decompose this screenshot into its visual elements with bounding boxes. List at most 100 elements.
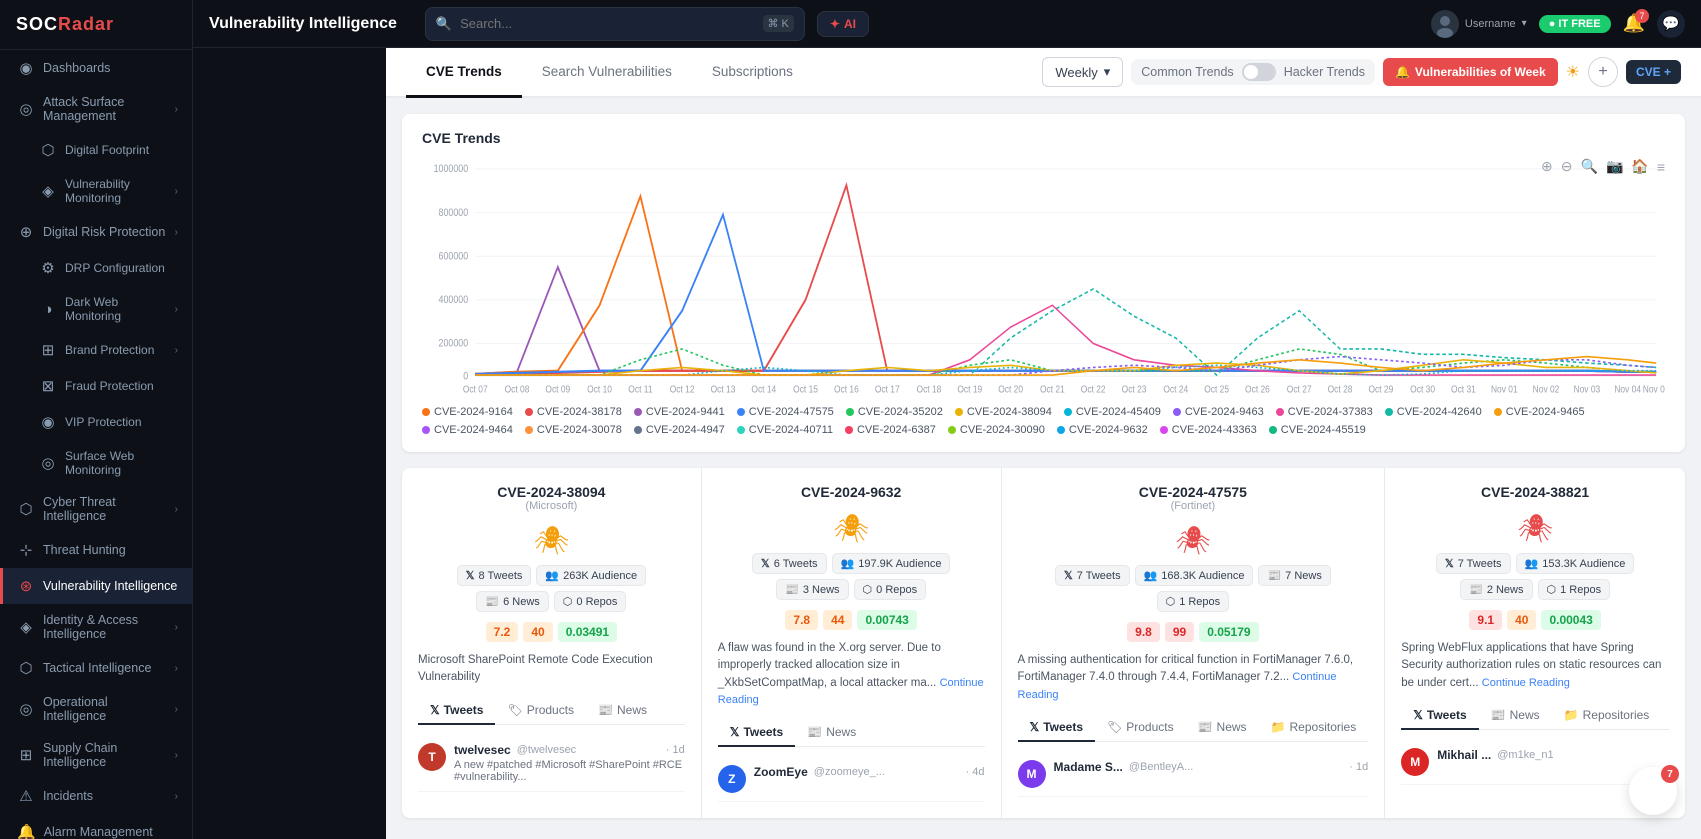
tweet-username-cve-47575: Madame S... <box>1054 760 1123 774</box>
sidebar-item-digital-risk[interactable]: ⊕ Digital Risk Protection › <box>0 214 192 250</box>
legend-dot-cve-9632 <box>1057 426 1065 434</box>
sidebar-item-brand-protection[interactable]: ⊞ Brand Protection › <box>0 332 192 368</box>
cve-tab-news-cve-38094[interactable]: 📰 News <box>586 697 659 725</box>
spider-icon-cve-9632: 🕷 <box>718 512 985 545</box>
score-num-cve-38094: 40 <box>523 622 552 642</box>
sidebar-item-drp-config[interactable]: ⚙ DRP Configuration <box>0 250 192 286</box>
legend-dot-cve-42640 <box>1385 408 1393 416</box>
legend-dot-cve-9164 <box>422 408 430 416</box>
sidebar-icon-drp-config: ⚙ <box>39 259 57 277</box>
hacker-trends-toggle[interactable] <box>1242 63 1276 81</box>
sidebar-item-attack-surface[interactable]: ◎ Attack Surface Management › <box>0 86 192 132</box>
sidebar-item-vulnerability-intel[interactable]: ⊛ Vulnerability Intelligence <box>0 568 192 604</box>
continue-reading-link-cve-9632[interactable]: Continue Reading <box>718 677 984 706</box>
tab-subscriptions[interactable]: Subscriptions <box>692 48 813 98</box>
cve-tab-repositories-cve-38821[interactable]: 📁 Repositories <box>1552 702 1662 730</box>
legend-label-cve-30078: CVE-2024-30078 <box>537 424 622 436</box>
sidebar-item-supply-chain[interactable]: ⊞ Supply Chain Intelligence › <box>0 732 192 778</box>
sidebar-item-digital-footprint[interactable]: ⬡ Digital Footprint <box>0 132 192 168</box>
sidebar-label-vulnerability-intel: Vulnerability Intelligence <box>43 579 178 593</box>
sidebar-item-fraud-protection[interactable]: ⊠ Fraud Protection <box>0 368 192 404</box>
zoom-in-icon[interactable]: ⊕ <box>1541 158 1553 175</box>
cve-tab-news-cve-38821[interactable]: 📰 News <box>1479 702 1552 730</box>
sidebar-item-vulnerability-monitoring[interactable]: ◈ Vulnerability Monitoring › <box>0 168 192 214</box>
sidebar-item-operational-intel[interactable]: ◎ Operational Intelligence › <box>0 686 192 732</box>
sidebar-icon-attack-surface: ◎ <box>17 100 35 118</box>
tweet-time-cve-47575: · 1d <box>1349 761 1368 773</box>
svg-text:Oct 15: Oct 15 <box>793 384 818 396</box>
continue-reading-link-cve-38821[interactable]: Continue Reading <box>1482 677 1570 689</box>
tweet-item-cve-38094: T twelvesec @twelvesec · 1d A new #patch… <box>418 735 685 792</box>
sidebar-icon-digital-risk: ⊕ <box>17 223 35 241</box>
sidebar-label-tactical-intel: Tactical Intelligence <box>43 661 167 675</box>
sidebar-item-identity-access[interactable]: ◈ Identity & Access Intelligence › <box>0 604 192 650</box>
sidebar-item-dashboards[interactable]: ◉ Dashboards <box>0 50 192 86</box>
sun-icon[interactable]: ☀ <box>1566 62 1580 82</box>
sidebar-item-vip-protection[interactable]: ◉ VIP Protection <box>0 404 192 440</box>
cve-tab-tweets-cve-38821[interactable]: 𝕏 Tweets <box>1401 702 1478 730</box>
menu-icon[interactable]: ≡ <box>1657 159 1665 175</box>
tweet-item-cve-47575: M Madame S... @BentleyA... · 1d <box>1018 752 1369 797</box>
sidebar-item-threat-hunting[interactable]: ⊹ Threat Hunting <box>0 532 192 568</box>
sidebar-item-alarm-management[interactable]: 🔔 Alarm Management <box>0 814 192 839</box>
cve-tab-products-cve-38094[interactable]: 🏷 Products <box>495 697 586 725</box>
cve-tabs-cve-9632: 𝕏 Tweets 📰 News <box>718 719 985 747</box>
repos-icon-cve-9632: ⬡ <box>863 583 873 596</box>
cve-tab-tweets-cve-38094[interactable]: 𝕏 Tweets <box>418 697 495 725</box>
legend-item-cve-45409: CVE-2024-45409 <box>1064 406 1161 418</box>
legend-label-cve-37383: CVE-2024-37383 <box>1288 406 1373 418</box>
cve-tab-news-cve-9632[interactable]: 📰 News <box>795 719 868 747</box>
tweets-stat-cve-9632: 𝕏 6 Tweets <box>752 553 827 574</box>
sidebar-item-surface-web[interactable]: ◎ Surface Web Monitoring <box>0 440 192 486</box>
user-menu[interactable]: Username ▾ <box>1431 10 1527 38</box>
svg-text:Oct 28: Oct 28 <box>1328 384 1353 396</box>
float-chat-button[interactable]: ? 7 <box>1629 767 1677 815</box>
cve-tab-products-cve-47575[interactable]: 🏷 Products <box>1095 714 1186 742</box>
sidebar-icon-fraud-protection: ⊠ <box>39 377 57 395</box>
home-icon[interactable]: 🏠 <box>1631 158 1648 175</box>
legend-dot-cve-40711 <box>737 426 745 434</box>
sidebar-item-incidents[interactable]: ⚠ Incidents › <box>0 778 192 814</box>
legend-dot-cve-6387 <box>845 426 853 434</box>
sidebar-label-supply-chain: Supply Chain Intelligence <box>43 741 167 769</box>
period-select[interactable]: Weekly ▾ <box>1042 57 1123 87</box>
svg-text:Oct 20: Oct 20 <box>998 384 1023 396</box>
add-icon[interactable]: + <box>1588 57 1618 87</box>
zoom-reset-icon[interactable]: 🔍 <box>1581 158 1598 175</box>
sidebar-icon-threat-hunting: ⊹ <box>17 541 35 559</box>
zoom-out-icon[interactable]: ⊖ <box>1561 158 1573 175</box>
cve-card-cve-9632: CVE-2024-9632 🕷 𝕏 6 Tweets 👥 197.9K Audi… <box>702 468 1002 818</box>
svg-text:Nov 01: Nov 01 <box>1491 384 1518 396</box>
search-bar[interactable]: 🔍 ⌘ K <box>425 7 805 41</box>
sidebar-item-cyber-threat[interactable]: ⬡ Cyber Threat Intelligence › <box>0 486 192 532</box>
search-input[interactable] <box>460 16 754 31</box>
tab-cve-trends[interactable]: CVE Trends <box>406 48 522 98</box>
tabs-controls: Weekly ▾ Common Trends Hacker Trends 🔔 V… <box>1042 57 1681 87</box>
sidebar-icon-cyber-threat: ⬡ <box>17 500 35 518</box>
cve-tab-repositories-cve-47575[interactable]: 📁 Repositories <box>1259 714 1369 742</box>
cve-badge[interactable]: CVE + <box>1626 60 1681 84</box>
chat-button[interactable]: 💬 <box>1657 10 1685 38</box>
svg-text:600000: 600000 <box>439 251 469 263</box>
legend-label-cve-42640: CVE-2024-42640 <box>1397 406 1482 418</box>
sidebar-label-threat-hunting: Threat Hunting <box>43 543 178 557</box>
sidebar-item-dark-web[interactable]: ◑ Dark Web Monitoring › <box>0 286 192 332</box>
svg-text:1000000: 1000000 <box>434 163 469 175</box>
tab-search-vulns[interactable]: Search Vulnerabilities <box>522 48 692 98</box>
legend-item-cve-9464: CVE-2024-9464 <box>422 424 513 436</box>
cve-tab-tweets-cve-47575[interactable]: 𝕏 Tweets <box>1018 714 1095 742</box>
cve-header-cve-9632: CVE-2024-9632 <box>718 484 985 500</box>
vulnerabilities-week-button[interactable]: 🔔 Vulnerabilities of Week <box>1383 58 1558 86</box>
sidebar-item-tactical-intel[interactable]: ⬡ Tactical Intelligence › <box>0 650 192 686</box>
legend-label-cve-9441: CVE-2024-9441 <box>646 406 725 418</box>
cve-header-cve-38821: CVE-2024-38821 <box>1401 484 1669 500</box>
notifications-bell[interactable]: 🔔 7 <box>1623 13 1645 34</box>
chevron-icon-operational-intel: › <box>175 704 178 715</box>
cve-tab-tweets-cve-9632[interactable]: 𝕏 Tweets <box>718 719 795 747</box>
sidebar-label-surface-web: Surface Web Monitoring <box>65 449 178 477</box>
ai-button[interactable]: ✦ AI <box>817 11 869 37</box>
svg-text:Oct 25: Oct 25 <box>1204 384 1229 396</box>
camera-icon[interactable]: 📷 <box>1606 158 1623 175</box>
cve-tab-news-cve-47575[interactable]: 📰 News <box>1186 714 1259 742</box>
continue-reading-link-cve-47575[interactable]: Continue Reading <box>1018 671 1337 700</box>
